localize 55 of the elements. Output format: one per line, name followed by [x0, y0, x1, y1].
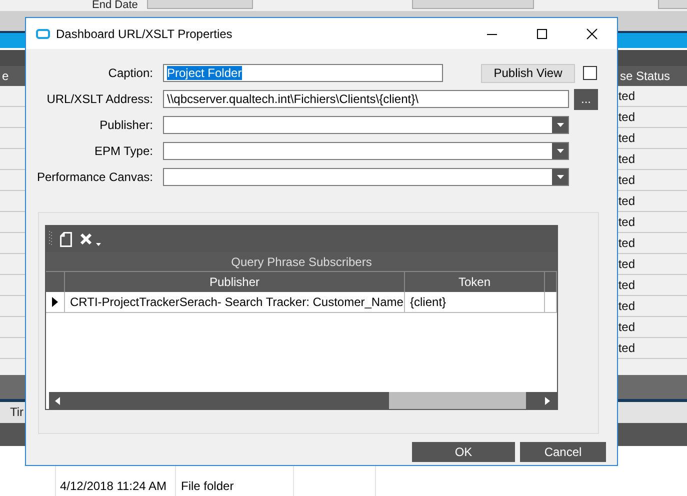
- column-header: e: [2, 68, 9, 83]
- band-header: Query Phrase Subscribers: [46, 252, 557, 272]
- caret-icon[interactable]: [96, 242, 101, 246]
- column-header[interactable]: Publisher: [65, 272, 405, 292]
- horizontal-scrollbar[interactable]: [46, 392, 557, 409]
- filter-field[interactable]: [412, 0, 534, 9]
- table-cell: ted: [618, 194, 635, 208]
- table-cell: ted: [618, 320, 635, 334]
- cancel-button[interactable]: Cancel: [520, 442, 606, 462]
- caption-field[interactable]: Project Folder: [163, 64, 443, 82]
- right-arrow-icon: [545, 396, 550, 404]
- file-type: File folder: [181, 479, 234, 493]
- column-header[interactable]: Token: [405, 272, 545, 292]
- field-label: URL/XSLT Address:: [46, 92, 153, 106]
- table-cell: ted: [618, 214, 635, 229]
- app-icon: [36, 28, 50, 38]
- address-field[interactable]: \\qbcserver.qualtech.int\Fichiers\Clients\{client}\: [163, 90, 569, 108]
- close-icon[interactable]: [586, 28, 598, 40]
- table-cell: CRTI-ProjectTrackerSerach- Search Tracker: Customer_Name: [65, 292, 405, 312]
- caret-icon: [556, 175, 564, 179]
- column-header: se Status: [620, 68, 670, 83]
- table-cell: ted: [618, 236, 635, 250]
- left-arrow-icon: [55, 396, 60, 404]
- publish-view-button[interactable]: Publish View: [481, 64, 575, 82]
- caret-icon: [556, 149, 564, 153]
- maximize-icon[interactable]: [536, 28, 548, 40]
- field-label: Performance Canvas:: [36, 170, 153, 184]
- field-label: Caption:: [107, 66, 153, 80]
- caret-icon: [556, 123, 564, 127]
- ok-button[interactable]: OK: [412, 442, 515, 462]
- row-indicator-icon: [52, 297, 58, 307]
- filter-field[interactable]: [147, 0, 253, 9]
- dropdown[interactable]: [163, 116, 569, 134]
- delete-icon[interactable]: [80, 233, 92, 245]
- table-cell: {client}: [405, 292, 545, 312]
- field-label: Publisher:: [98, 118, 153, 132]
- table-cell: ted: [618, 88, 635, 103]
- table-cell: ted: [618, 172, 635, 187]
- table-cell: ted: [618, 152, 635, 166]
- dropdown[interactable]: [163, 142, 569, 160]
- field-label: EPM Type:: [94, 144, 153, 158]
- browse-button[interactable]: ...: [574, 88, 598, 110]
- tab[interactable]: Tir: [10, 405, 24, 420]
- dropdown[interactable]: [163, 168, 569, 186]
- file-date: 4/12/2018 11:24 AM: [60, 479, 168, 493]
- table-cell: ted: [618, 340, 635, 355]
- window-title: Dashboard URL/XSLT Properties: [56, 26, 232, 40]
- new-document-icon[interactable]: [60, 232, 72, 246]
- table-cell: ted: [618, 256, 635, 271]
- filter-label: End Date: [92, 0, 138, 11]
- table-cell: ted: [618, 110, 635, 124]
- table-cell: ted: [618, 130, 635, 145]
- checkbox[interactable]: [583, 66, 597, 80]
- table-cell: ted: [618, 298, 635, 313]
- table-cell: ted: [618, 278, 635, 292]
